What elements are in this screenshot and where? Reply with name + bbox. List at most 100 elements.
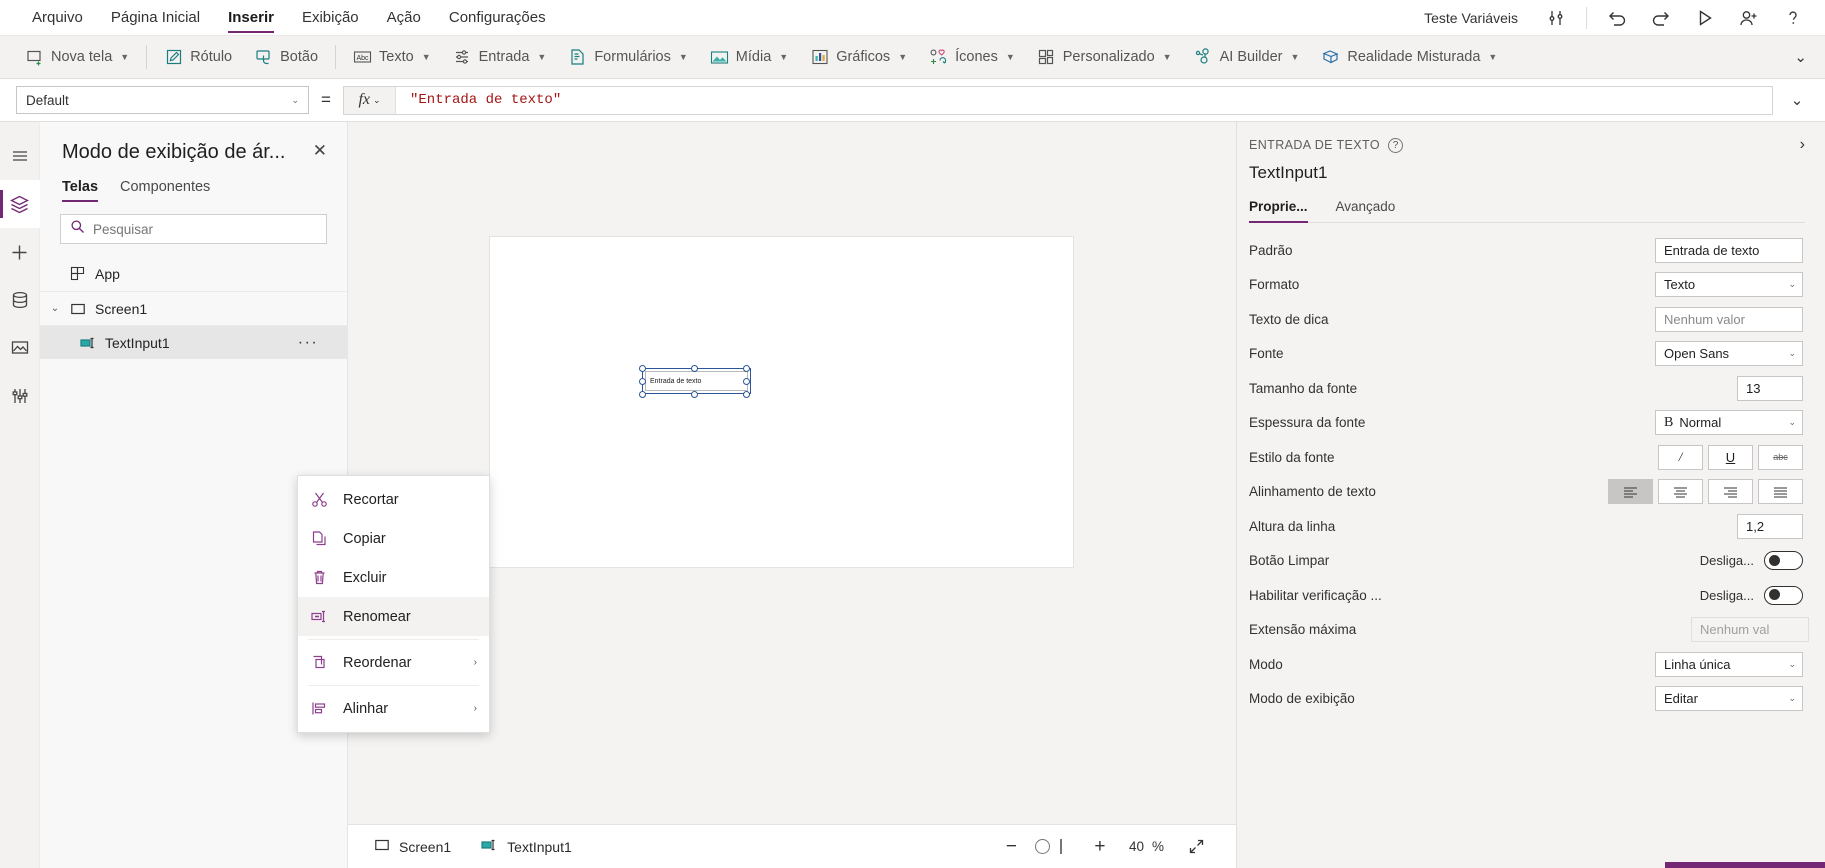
share-user-icon[interactable] — [1727, 1, 1771, 35]
property-label: Botão Limpar — [1249, 553, 1330, 569]
underline-icon[interactable]: U — [1708, 444, 1753, 470]
fonte-dropdown[interactable]: Open Sans ⌄ — [1655, 341, 1803, 367]
status-chip-screen1[interactable]: Screen1 — [362, 832, 463, 862]
fx-function-button[interactable]: fx ⌄ — [344, 86, 396, 114]
zoom-slider-thumb[interactable] — [1035, 839, 1051, 854]
extensao-maxima-field[interactable]: Nenhum val — [1691, 617, 1809, 643]
property-selector-dropdown[interactable]: Default ⌄ — [16, 86, 309, 114]
tamanho-da-fonte-field[interactable]: 13 — [1737, 375, 1803, 401]
redo-icon[interactable] — [1639, 1, 1683, 35]
espessura-da-fonte-dropdown[interactable]: B Normal ⌄ — [1655, 410, 1803, 436]
resize-handle-middle-right[interactable] — [743, 378, 750, 385]
chevron-down-icon[interactable]: ⌄ — [44, 303, 66, 314]
ribbon-icones[interactable]: Ícones ▼ — [918, 40, 1026, 74]
rail-data-cylinder-icon[interactable] — [0, 276, 40, 324]
align-right-icon[interactable] — [1708, 479, 1753, 505]
ribbon-personalizado[interactable]: Personalizado ▼ — [1026, 40, 1183, 74]
settings-sliders-icon[interactable] — [1534, 1, 1578, 35]
ribbon-realidade-misturada[interactable]: Realidade Misturada ▼ — [1310, 40, 1508, 74]
ribbon-midia[interactable]: Mídia ▼ — [699, 40, 799, 74]
ribbon-overflow-chevron-down-icon[interactable]: ⌄ — [1794, 48, 1825, 66]
formula-input-container[interactable]: fx ⌄ "Entrada de texto" — [343, 85, 1773, 115]
context-menu-item-excluir[interactable]: Excluir — [298, 558, 489, 597]
formula-bar-expand-chevron-down-icon[interactable]: ⌄ — [1777, 91, 1817, 109]
tab-propriedades[interactable]: Proprie... — [1249, 199, 1308, 223]
menu-item-label: Página Inicial — [110, 8, 201, 26]
undo-icon[interactable] — [1595, 1, 1639, 35]
app-screen-canvas[interactable]: Entrada de texto — [489, 236, 1074, 568]
resize-handle-top-left[interactable] — [639, 365, 646, 372]
canvas-text-input-control[interactable]: Entrada de texto — [645, 371, 748, 391]
context-menu-item-alinhar[interactable]: Alinhar › — [298, 689, 489, 728]
habilitar-verificacao-toggle[interactable] — [1764, 585, 1803, 605]
resize-handle-bottom-center[interactable] — [691, 391, 698, 398]
align-center-icon[interactable] — [1658, 479, 1703, 505]
italic-icon[interactable]: / — [1658, 444, 1703, 470]
tab-avancado[interactable]: Avançado — [1336, 199, 1396, 222]
resize-handle-bottom-right[interactable] — [743, 391, 750, 398]
zoom-in-button[interactable]: + — [1080, 831, 1120, 863]
altura-da-linha-field[interactable]: 1,2 — [1737, 513, 1803, 539]
property-label: Extensão máxima — [1249, 622, 1357, 638]
expand-arrows-icon[interactable] — [1176, 831, 1216, 863]
chevron-right-icon[interactable]: › — [1800, 136, 1805, 154]
menu-item-configuracoes[interactable]: Configurações — [435, 0, 560, 36]
botao-limpar-toggle[interactable] — [1764, 551, 1803, 571]
align-left-icon[interactable] — [1608, 479, 1653, 505]
align-justify-icon[interactable] — [1758, 479, 1803, 505]
ribbon-label: Nova tela — [51, 49, 113, 65]
mixed-reality-icon — [1321, 48, 1340, 67]
modo-de-exibicao-dropdown[interactable]: Editar ⌄ — [1655, 686, 1803, 712]
help-icon[interactable] — [1771, 1, 1815, 35]
rail-advanced-tools-icon[interactable] — [0, 372, 40, 420]
tree-item-more-options-button[interactable]: ··· — [295, 326, 321, 359]
play-preview-icon[interactable] — [1683, 1, 1727, 35]
resize-handle-top-right[interactable] — [743, 365, 750, 372]
ribbon-ai-builder[interactable]: AI Builder ▼ — [1183, 40, 1311, 74]
context-menu-item-copiar[interactable]: Copiar — [298, 519, 489, 558]
tree-item-screen1[interactable]: ⌄ Screen1 — [40, 291, 347, 325]
ribbon-formularios[interactable]: Formulários ▼ — [557, 40, 698, 74]
ribbon-new-screen[interactable]: Nova tela ▼ — [14, 40, 140, 74]
resize-handle-middle-left[interactable] — [639, 378, 646, 385]
menu-item-exibicao[interactable]: Exibição — [288, 0, 373, 36]
tree-item-context-menu: Recortar Copiar Excluir Renomear Reorden… — [297, 475, 490, 733]
rail-hamburger-menu-icon[interactable] — [0, 132, 40, 180]
padrao-text-field[interactable]: Entrada de texto — [1655, 237, 1803, 263]
rail-insert-plus-icon[interactable] — [0, 228, 40, 276]
ribbon-texto[interactable]: Abc Texto ▼ — [342, 40, 442, 74]
ribbon-entrada[interactable]: Entrada ▼ — [442, 40, 558, 74]
zoom-out-button[interactable]: − — [991, 831, 1031, 863]
resize-handle-top-center[interactable] — [691, 365, 698, 372]
status-chip-textinput1[interactable]: TextInput1 — [469, 832, 584, 862]
ribbon-rotulo[interactable]: Rótulo — [153, 40, 243, 74]
search-input[interactable] — [93, 221, 317, 237]
menu-item-arquivo[interactable]: Arquivo — [18, 0, 97, 36]
tab-componentes[interactable]: Componentes — [120, 179, 210, 202]
help-circle-icon[interactable]: ? — [1387, 137, 1403, 153]
menu-item-inserir[interactable]: Inserir — [214, 0, 288, 36]
context-menu-item-reordenar[interactable]: Reordenar › — [298, 643, 489, 682]
menu-item-acao[interactable]: Ação — [373, 0, 435, 36]
ribbon-graficos[interactable]: Gráficos ▼ — [799, 40, 918, 74]
tree-search-box[interactable] — [60, 214, 327, 244]
context-menu-item-renomear[interactable]: Renomear — [298, 597, 489, 636]
tree-item-app[interactable]: App — [40, 257, 347, 291]
variables-test-button[interactable]: Teste Variáveis — [1408, 10, 1534, 26]
bottom-status-bar: Screen1 TextInput1 − + 40 % — [348, 824, 1236, 868]
resize-handle-bottom-left[interactable] — [639, 391, 646, 398]
formula-input[interactable]: "Entrada de texto" — [396, 92, 1772, 108]
tree-panel-tabs: Telas Componentes — [40, 179, 347, 202]
modo-dropdown[interactable]: Linha única ⌄ — [1655, 651, 1803, 677]
menu-item-pagina-inicial[interactable]: Página Inicial — [97, 0, 214, 36]
texto-de-dica-field[interactable]: Nenhum valor — [1655, 306, 1803, 332]
close-icon[interactable]: ✕ — [307, 140, 333, 162]
ribbon-botao[interactable]: Botão — [243, 40, 329, 74]
formato-dropdown[interactable]: Texto ⌄ — [1655, 272, 1803, 298]
tree-item-textinput1[interactable]: TextInput1 ··· — [40, 325, 347, 359]
tab-telas[interactable]: Telas — [62, 179, 99, 202]
context-menu-item-recortar[interactable]: Recortar — [298, 480, 489, 519]
rail-media-library-icon[interactable] — [0, 324, 40, 372]
strikethrough-icon[interactable]: abc — [1758, 444, 1803, 470]
rail-tree-view-layers-icon[interactable] — [0, 180, 40, 228]
